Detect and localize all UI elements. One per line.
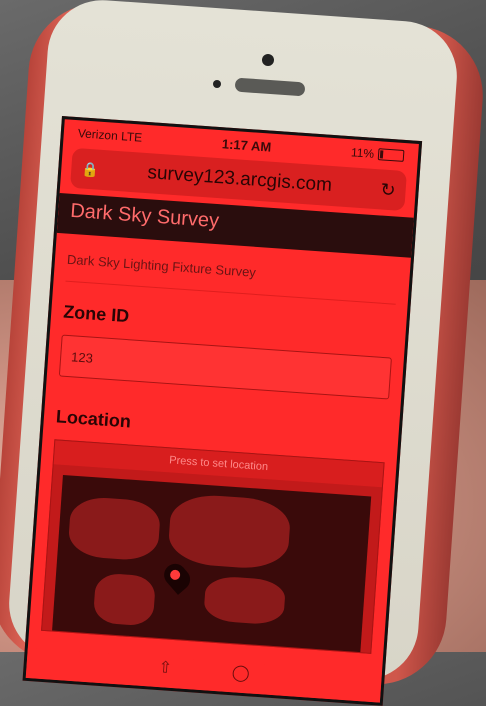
- lock-icon: 🔒: [80, 160, 100, 178]
- phone-screen: Verizon LTE 1:17 AM 11% 🔒 survey123.arcg…: [22, 116, 423, 706]
- battery-percent: 11%: [350, 145, 375, 161]
- clock: 1:17 AM: [221, 135, 272, 155]
- carrier-info: Verizon LTE: [77, 126, 142, 144]
- map-land: [167, 492, 292, 571]
- battery-icon: [377, 148, 405, 162]
- map-land: [203, 575, 287, 626]
- photo-scene: Verizon LTE 1:17 AM 11% 🔒 survey123.arcg…: [0, 0, 486, 706]
- location-pin-icon[interactable]: [159, 559, 195, 595]
- share-icon[interactable]: ⇧: [157, 657, 173, 688]
- url-text[interactable]: survey123.arcgis.com: [106, 159, 373, 200]
- front-camera-icon: [262, 54, 274, 66]
- map-land: [67, 495, 162, 562]
- network-type: LTE: [120, 129, 143, 145]
- location-map-widget[interactable]: Press to set location: [41, 439, 385, 654]
- carrier-name: Verizon: [77, 126, 119, 143]
- battery-status: 11%: [351, 145, 405, 163]
- survey-form: Dark Sky Lighting Fixture Survey Zone ID…: [28, 233, 411, 665]
- reload-icon[interactable]: ↻: [380, 179, 396, 201]
- bookmarks-icon[interactable]: ◯: [230, 662, 250, 693]
- world-map[interactable]: [52, 474, 372, 653]
- map-land: [92, 572, 157, 627]
- pin-dot: [168, 567, 183, 582]
- survey-subtitle: Dark Sky Lighting Fixture Survey: [65, 251, 398, 305]
- zone-id-placeholder: 123: [70, 348, 94, 366]
- sensor-icon: [213, 80, 221, 88]
- zone-id-input[interactable]: 123: [58, 334, 392, 400]
